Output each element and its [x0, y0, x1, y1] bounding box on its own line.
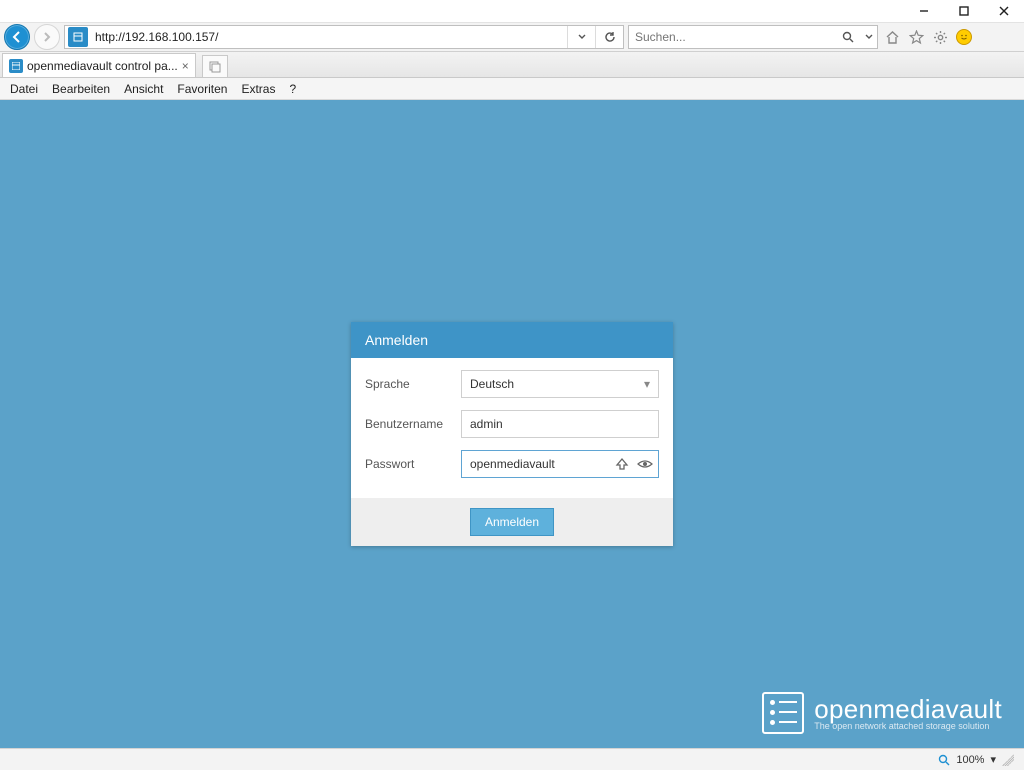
tab-close-button[interactable]: ×	[182, 59, 189, 73]
tab-strip: openmediavault control pa... ×	[0, 52, 1024, 78]
menu-file[interactable]: Datei	[10, 82, 38, 96]
menu-edit[interactable]: Bearbeiten	[52, 82, 110, 96]
menu-view[interactable]: Ansicht	[124, 82, 163, 96]
star-icon	[909, 30, 924, 45]
new-tab-button[interactable]	[202, 55, 228, 77]
window-titlebar	[0, 0, 1024, 22]
menu-help[interactable]: ?	[289, 82, 296, 96]
login-panel: Anmelden Sprache Deutsch ▾ Benutzername …	[351, 322, 673, 546]
login-heading: Anmelden	[351, 322, 673, 358]
zoom-level[interactable]: 100%	[956, 754, 984, 766]
resize-grip-icon	[1002, 754, 1014, 766]
password-label: Passwort	[365, 457, 461, 471]
browser-toolbar	[0, 22, 1024, 52]
minimize-icon	[919, 6, 929, 16]
menu-favorites[interactable]: Favoriten	[177, 82, 227, 96]
search-dropdown-button[interactable]	[861, 26, 877, 48]
brand-tagline: The open network attached storage soluti…	[814, 722, 1002, 731]
field-row-language: Sprache Deutsch ▾	[365, 370, 659, 398]
nav-forward-button[interactable]	[34, 24, 60, 50]
url-input[interactable]	[91, 28, 567, 46]
tab-title: openmediavault control pa...	[27, 59, 178, 73]
new-tab-icon	[209, 61, 221, 73]
home-button[interactable]	[882, 27, 902, 47]
search-bar	[628, 25, 878, 49]
field-row-password: Passwort	[365, 450, 659, 478]
brand-footer: openmediavault The open network attached…	[762, 692, 1002, 734]
search-button[interactable]	[835, 26, 861, 48]
zoom-dropdown[interactable]: ▾	[990, 753, 996, 766]
window-minimize-button[interactable]	[904, 0, 944, 22]
field-row-username: Benutzername	[365, 410, 659, 438]
page-viewport: Anmelden Sprache Deutsch ▾ Benutzername …	[0, 100, 1024, 748]
menu-extras[interactable]: Extras	[241, 82, 275, 96]
caps-lock-icon	[615, 457, 629, 471]
chevron-down-icon	[578, 33, 586, 41]
username-label: Benutzername	[365, 417, 461, 431]
nav-back-button[interactable]	[4, 24, 30, 50]
address-bar	[64, 25, 624, 49]
chevron-down-icon: ▾	[644, 377, 650, 391]
gear-icon	[933, 30, 948, 45]
status-bar: 100% ▾	[0, 748, 1024, 770]
smiley-icon	[956, 29, 972, 45]
menu-bar: Datei Bearbeiten Ansicht Favoriten Extra…	[0, 78, 1024, 100]
language-label: Sprache	[365, 377, 461, 391]
chevron-down-icon	[865, 33, 873, 41]
address-dropdown-button[interactable]	[567, 26, 595, 48]
maximize-icon	[959, 6, 969, 16]
language-select[interactable]: Deutsch ▾	[461, 370, 659, 398]
refresh-icon	[604, 31, 616, 43]
login-submit-button[interactable]: Anmelden	[470, 508, 554, 536]
site-favicon-icon	[68, 27, 88, 47]
window-close-button[interactable]	[984, 0, 1024, 22]
refresh-button[interactable]	[595, 26, 623, 48]
favorites-button[interactable]	[906, 27, 926, 47]
search-input[interactable]	[629, 28, 835, 46]
tools-button[interactable]	[930, 27, 950, 47]
brand-logo-icon	[762, 692, 804, 734]
close-icon	[999, 6, 1009, 16]
arrow-left-icon	[10, 30, 24, 44]
tab-favicon-icon	[9, 59, 23, 73]
search-icon	[842, 31, 855, 44]
brand-name: openmediavault	[814, 696, 1002, 722]
arrow-right-icon	[41, 31, 53, 43]
reveal-password-button[interactable]	[637, 457, 653, 471]
zoom-icon[interactable]	[938, 754, 950, 766]
language-value: Deutsch	[470, 377, 514, 391]
username-input[interactable]	[461, 410, 659, 438]
home-icon	[885, 30, 900, 45]
feedback-button[interactable]	[954, 27, 974, 47]
browser-tab[interactable]: openmediavault control pa... ×	[2, 53, 196, 77]
window-maximize-button[interactable]	[944, 0, 984, 22]
eye-icon	[637, 457, 653, 471]
